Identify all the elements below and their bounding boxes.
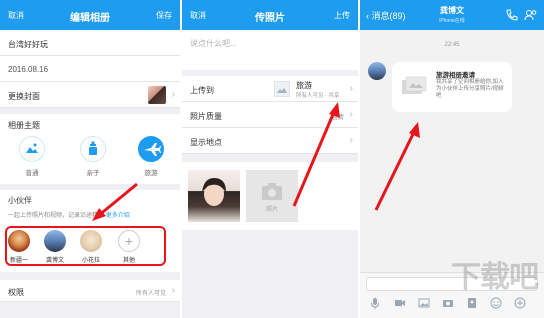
arrow-annotation — [374, 122, 420, 211]
arrow-annotation — [92, 182, 138, 221]
chat-screen: ‹ 消息(89) 龚博文 iPhone在线 22:45 旅游相册邀请 我共享了空… — [360, 0, 544, 318]
edit-album-screen: 取消 编辑相册 保存 台湾好好玩 2016.08.16 更换封面 › 相册主题 … — [0, 0, 180, 318]
upload-photos-screen: 取消 传照片 上传 说点什么吧... 上传到 旅游 所有人可见 · 共享 › 照… — [182, 0, 358, 318]
arrow-annotation — [292, 102, 340, 207]
